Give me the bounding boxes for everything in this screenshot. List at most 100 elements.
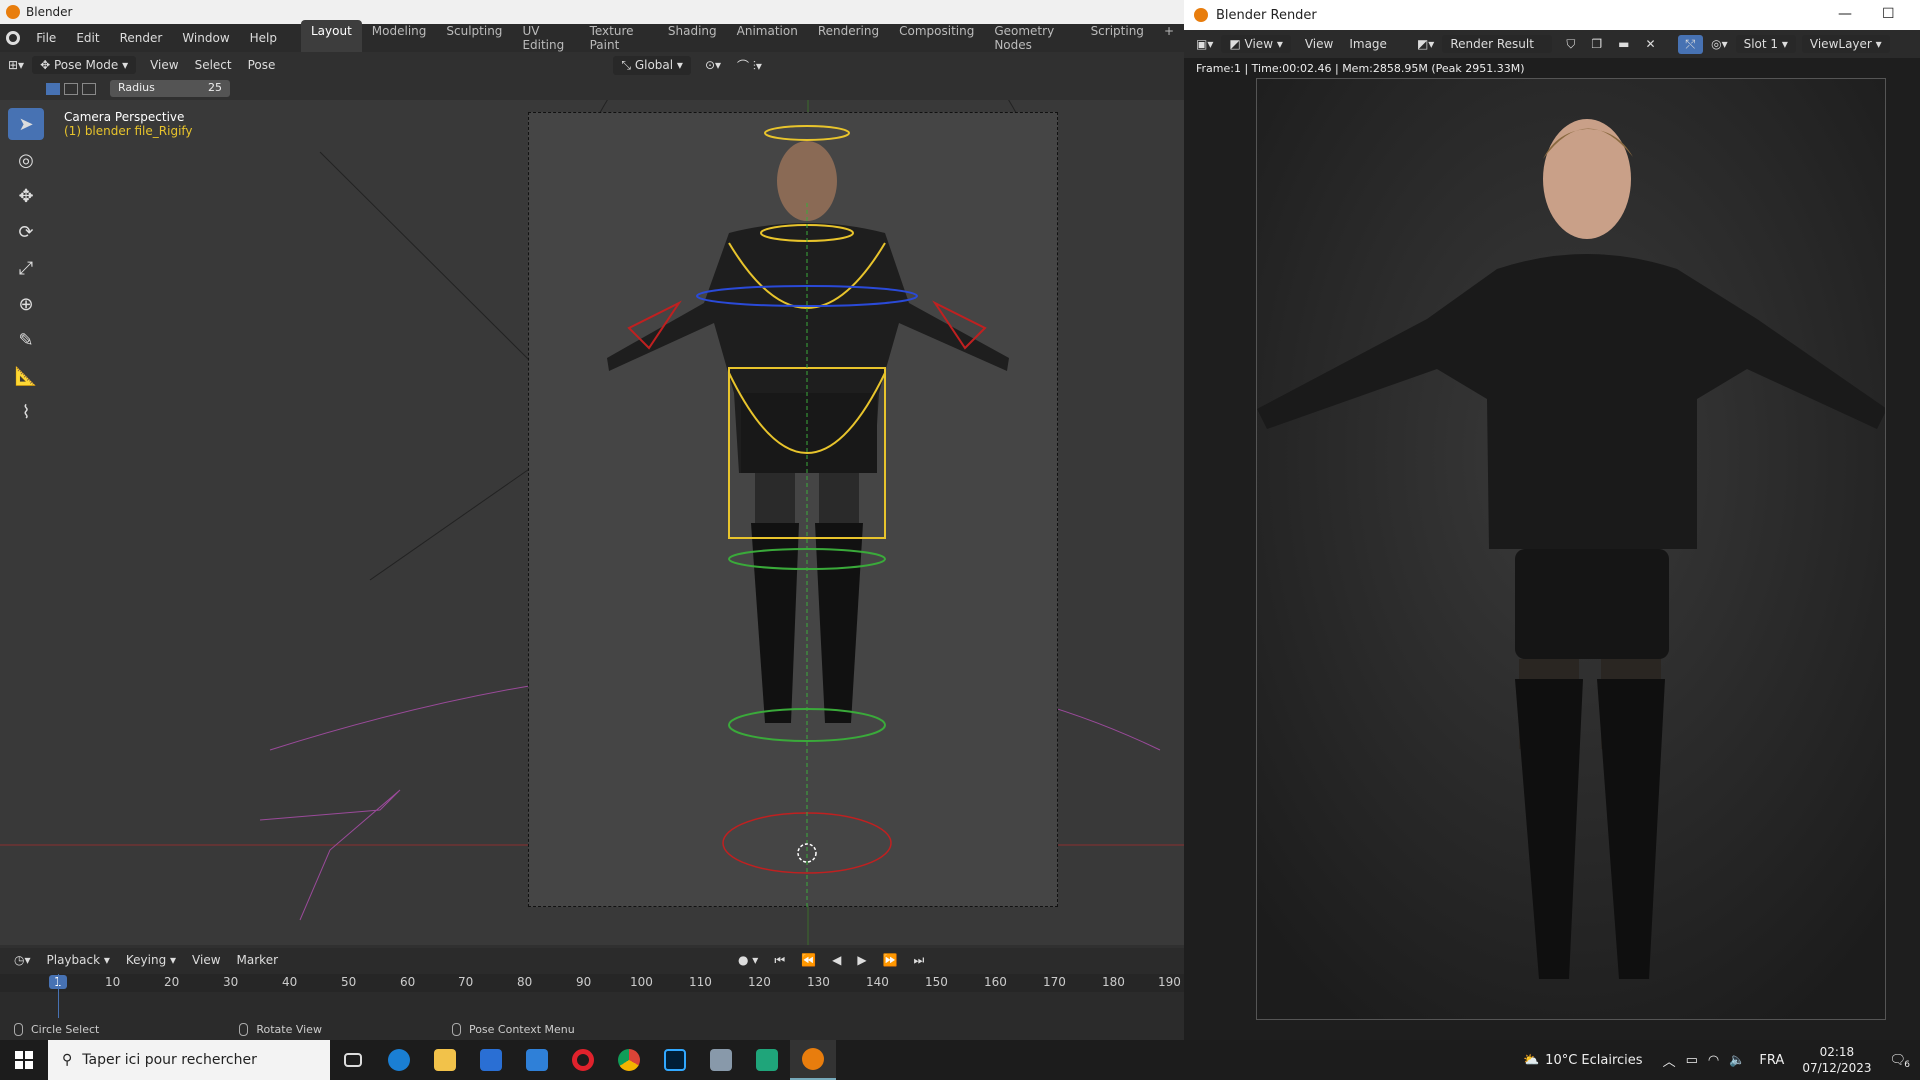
render-image-menu[interactable]: Image	[1341, 35, 1395, 53]
image-editor-header: ▣▾ ◩ View ▾ View Image ◩▾ Render Result …	[1184, 30, 1920, 58]
mail-icon[interactable]	[514, 1040, 560, 1080]
add-workspace-icon[interactable]: +	[1154, 20, 1184, 56]
display-channels-icon[interactable]: ◎▾	[1703, 35, 1736, 53]
start-button[interactable]	[0, 1040, 48, 1080]
pivot-icon[interactable]: ⊙▾	[697, 56, 729, 74]
tab-uv-editing[interactable]: UV Editing	[512, 20, 579, 56]
store-icon[interactable]	[468, 1040, 514, 1080]
keying-menu[interactable]: Keying ▾	[118, 951, 184, 969]
fake-user-icon[interactable]: ⛉	[1558, 35, 1583, 54]
new-image-icon[interactable]: ❐	[1583, 35, 1610, 53]
render-view-menu[interactable]: View	[1297, 35, 1341, 53]
volume-icon[interactable]: 🔈	[1729, 1053, 1745, 1068]
maximize-icon[interactable]: ☐	[1882, 6, 1895, 22]
viewlayer-dropdown[interactable]: ViewLayer ▾	[1801, 35, 1890, 53]
tab-animation[interactable]: Animation	[727, 20, 808, 56]
tick-label: 70	[458, 975, 474, 989]
menu-file[interactable]: File	[26, 31, 66, 45]
menu-help[interactable]: Help	[240, 31, 287, 45]
radius-field[interactable]: Radius 25	[110, 80, 230, 97]
scale-tool-icon[interactable]: ⤢	[8, 252, 44, 284]
playback-menu[interactable]: Playback ▾	[39, 951, 118, 969]
slot-dropdown[interactable]: Slot 1 ▾	[1735, 35, 1796, 53]
minimize-icon[interactable]: —	[1838, 6, 1852, 22]
blender-menu-icon[interactable]	[0, 24, 26, 52]
open-image-icon[interactable]: ▬	[1610, 35, 1637, 53]
select-new-icon[interactable]	[46, 83, 60, 95]
opera-icon[interactable]	[560, 1040, 606, 1080]
chevron-up-icon[interactable]: ︿	[1663, 1051, 1676, 1070]
pose-mode-icon: ✥	[40, 58, 54, 72]
bone-tool-icon[interactable]: ⌇	[8, 396, 44, 428]
play-icon[interactable]: ▶	[849, 951, 874, 969]
uv-sync-icon[interactable]: ⤲	[1677, 34, 1704, 54]
taskbar-search[interactable]: ⚲ Taper ici pour rechercher	[48, 1040, 330, 1080]
file-explorer-icon[interactable]	[422, 1040, 468, 1080]
tab-rendering[interactable]: Rendering	[808, 20, 889, 56]
menu-pose[interactable]: Pose	[240, 56, 284, 74]
weather-text[interactable]: 10°C Eclaircies	[1545, 1053, 1642, 1068]
app-icon[interactable]	[698, 1040, 744, 1080]
annotate-tool-icon[interactable]: ✎	[8, 324, 44, 356]
m-app-icon[interactable]	[744, 1040, 790, 1080]
tab-geometry-nodes[interactable]: Geometry Nodes	[984, 20, 1080, 56]
timeline-editor-type-icon[interactable]: ◷▾	[6, 951, 39, 969]
camera-frame	[528, 112, 1058, 908]
language-indicator[interactable]: FRA	[1759, 1053, 1784, 1068]
view-mode-dropdown[interactable]: ◩ View ▾	[1221, 35, 1291, 53]
view-name: Camera Perspective	[64, 110, 185, 124]
image-editor-type-icon[interactable]: ▣▾	[1188, 35, 1221, 53]
cursor-tool-icon[interactable]: ◎	[8, 144, 44, 176]
timeline-view-menu[interactable]: View	[184, 951, 228, 969]
play-reverse-icon[interactable]: ◀	[824, 951, 849, 969]
next-keyframe-icon[interactable]: ⏩	[875, 951, 906, 969]
tab-compositing[interactable]: Compositing	[889, 20, 984, 56]
select-extend-icon[interactable]	[64, 83, 78, 95]
snap-icon[interactable]: ⌒ ⫶▾	[729, 55, 770, 76]
3d-viewport[interactable]	[0, 100, 1184, 945]
menu-edit[interactable]: Edit	[66, 31, 109, 45]
task-view-icon[interactable]	[330, 1040, 376, 1080]
playhead[interactable]	[58, 974, 59, 1018]
unlink-icon[interactable]: ✕	[1637, 35, 1663, 53]
photoshop-icon[interactable]	[652, 1040, 698, 1080]
wifi-icon[interactable]: ◠	[1708, 1053, 1719, 1068]
render-result-image[interactable]	[1256, 78, 1886, 1020]
menu-render[interactable]: Render	[110, 31, 173, 45]
menu-select[interactable]: Select	[187, 56, 240, 74]
editor-type-icon[interactable]: ⊞▾	[0, 56, 32, 74]
tab-scripting[interactable]: Scripting	[1081, 20, 1154, 56]
device-icon[interactable]: ▭	[1686, 1053, 1698, 1068]
tool-shelf: ➤ ◎ ✥ ⟳ ⤢ ⊕ ✎ 📐 ⌇	[8, 108, 46, 432]
marker-menu[interactable]: Marker	[229, 951, 286, 969]
tab-layout[interactable]: Layout	[301, 20, 362, 56]
clock[interactable]: 02:18 07/12/2023	[1802, 1044, 1871, 1076]
frame-ruler[interactable]: 1 10 20 30 40 50 60 70 80 90 100 110 120…	[0, 974, 1184, 992]
jump-start-icon[interactable]: ⏮	[766, 951, 793, 970]
weather-icon[interactable]: ⛅	[1523, 1053, 1539, 1068]
mode-dropdown[interactable]: ✥ Pose Mode ▾	[32, 56, 137, 74]
record-icon[interactable]: ● ▾	[730, 951, 766, 969]
jump-end-icon[interactable]: ⏭	[906, 951, 933, 970]
edge-icon[interactable]	[376, 1040, 422, 1080]
menu-window[interactable]: Window	[172, 31, 239, 45]
menu-view[interactable]: View	[142, 56, 186, 74]
render-window-title: Blender Render	[1216, 7, 1317, 23]
chrome-icon[interactable]	[606, 1040, 652, 1080]
measure-tool-icon[interactable]: 📐	[8, 360, 44, 392]
select-tool-icon[interactable]: ➤	[8, 108, 44, 140]
rotate-tool-icon[interactable]: ⟳	[8, 216, 44, 248]
notification-icon[interactable]: 🗨 6	[1889, 1053, 1910, 1070]
select-subtract-icon[interactable]	[82, 83, 96, 95]
tab-texture-paint[interactable]: Texture Paint	[580, 20, 658, 56]
prev-keyframe-icon[interactable]: ⏪	[793, 951, 824, 969]
move-tool-icon[interactable]: ✥	[8, 180, 44, 212]
tab-shading[interactable]: Shading	[658, 20, 727, 56]
transform-tool-icon[interactable]: ⊕	[8, 288, 44, 320]
render-result-field[interactable]: Render Result	[1442, 35, 1553, 53]
tab-modeling[interactable]: Modeling	[362, 20, 437, 56]
orientation-dropdown[interactable]: ⤡ Global ▾	[613, 55, 691, 75]
blender-taskbar-icon[interactable]	[790, 1040, 836, 1080]
image-browse-icon[interactable]: ◩▾	[1409, 35, 1442, 53]
tab-sculpting[interactable]: Sculpting	[436, 20, 512, 56]
